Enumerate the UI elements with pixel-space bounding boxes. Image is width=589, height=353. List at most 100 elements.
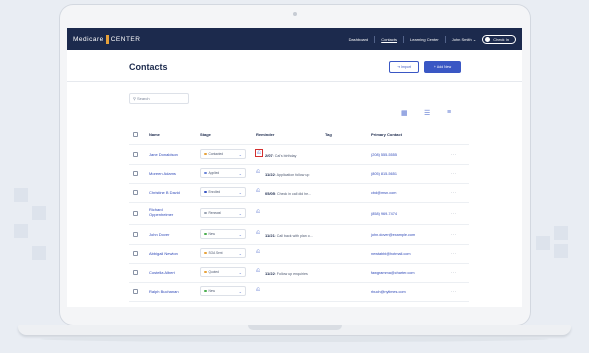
nav-learning-center[interactable]: Learning Center [410,37,439,42]
more-icon[interactable]: ··· [451,211,457,216]
stage-label: Contacted [208,152,224,156]
more-icon[interactable]: ··· [451,171,457,176]
laptop-camera [293,12,297,16]
reminder-text: Application follow up [276,173,310,177]
reminder: 2/07: Cal's birthday [265,153,297,158]
plus-icon: + [433,65,436,69]
contact-name[interactable]: Ralph Buchanan [149,289,179,295]
stage-select[interactable]: New ⌄ [200,229,246,239]
primary-contact[interactable]: rbuch@nytimes.com [371,290,406,294]
contact-name[interactable]: Christine B David [149,190,180,196]
grid-view-icon[interactable]: ▦ [401,109,408,117]
more-icon[interactable]: ··· [451,232,457,237]
search-input[interactable]: ⚲ Search [129,93,189,104]
stage-dot-icon [204,211,207,215]
primary-contact[interactable]: (858) 969-7474 [371,212,397,216]
stage-select[interactable]: Contacted ⌄ [200,149,246,159]
nav-contacts[interactable]: Contacts [381,37,397,42]
contact-name[interactable]: Costella Albert [149,270,175,276]
laptop-screen: Medicare CENTER Dashboard Contacts Learn… [67,28,522,307]
import-button[interactable]: ⇥ Import [389,61,419,73]
list-view-icon[interactable]: ☰ [424,109,430,117]
row-divider [129,164,469,165]
background-tile [32,246,46,260]
stage-dot-icon [204,171,207,175]
bell-icon[interactable]: ⎌ [256,209,260,215]
chevron-down-icon: ⌄ [238,270,242,275]
row-divider [129,202,469,203]
reminder: 11/21: Call back with plan o... [265,233,313,238]
page-title: Contacts [129,62,168,72]
stage-select[interactable]: Quoted ⌄ [200,267,246,277]
app-logo[interactable]: Medicare CENTER [73,34,140,44]
header-reminder[interactable]: Reminder [256,132,274,137]
row-checkbox[interactable] [133,270,138,275]
user-menu[interactable]: John Smith ⌄ [452,37,477,42]
reminder-date: 2/07 [265,153,273,158]
stage-select[interactable]: SOA Sent ⌄ [200,248,246,258]
more-icon[interactable]: ··· [451,190,457,195]
stage-label: Renewal [208,211,221,215]
row-checkbox[interactable] [133,211,138,216]
stage-dot-icon [204,251,207,255]
contact-name[interactable]: Jane Donaldson [149,152,178,158]
nav-links: Dashboard Contacts Learning Center John … [349,34,516,44]
add-new-button[interactable]: + Add New [424,61,461,73]
contact-name[interactable]: Abbigail Newton [149,251,178,257]
contact-last-name: Oppenheimer [149,211,174,217]
primary-contact[interactable]: (208) 555-5555 [371,153,397,157]
more-icon[interactable]: ··· [451,270,457,275]
background-tile [32,206,46,220]
primary-contact[interactable]: fawgramma@charter.com [371,271,415,275]
reminder: 05/05: Check in call did he... [265,191,312,196]
stage-select[interactable]: New ⌄ [200,286,246,296]
primary-contact[interactable]: (805) 815-5651 [371,172,397,176]
row-checkbox[interactable] [133,190,138,195]
header-name[interactable]: Name [149,132,160,137]
header-primary-contact[interactable]: Primary Contact [371,132,402,137]
nav-divider [403,35,405,43]
contact-name[interactable]: Moreen Adams [149,171,176,177]
top-navbar: Medicare CENTER Dashboard Contacts Learn… [67,28,522,50]
header-stage[interactable]: Stage [200,132,211,137]
bell-icon[interactable]: ⎌ [256,287,260,293]
stage-select[interactable]: Renewal ⌄ [200,208,246,218]
background-tile [14,224,28,238]
bell-icon[interactable]: ⎌ [256,230,260,236]
reminder-date: 11/22 [265,172,275,177]
reminder-text: Check in call did he... [277,192,312,196]
stage-dot-icon [204,190,207,194]
select-all-checkbox[interactable] [133,132,138,137]
row-checkbox[interactable] [133,251,138,256]
checkin-label: Check In [493,36,509,42]
contact-name[interactable]: Richard Oppenheimer [149,207,174,217]
bell-icon[interactable]: ⎌ [256,249,260,255]
more-icon[interactable]: ··· [451,251,457,256]
bell-icon[interactable]: ⎌ [255,149,264,157]
stage-select[interactable]: Applied ⌄ [200,168,246,178]
header-tag[interactable]: Tag [325,132,332,137]
row-divider [129,183,469,184]
stage-label: Quoted [208,270,219,274]
stage-select[interactable]: Enrolled ⌄ [200,187,246,197]
primary-contact[interactable]: john.dover@example.com [371,233,415,237]
filter-icon[interactable]: ≡ [447,109,451,116]
primary-contact[interactable]: newtabbi@hotmail.com [371,252,411,256]
add-new-label: Add New [436,65,452,69]
checkin-toggle[interactable]: Check In [482,34,516,44]
row-checkbox[interactable] [133,171,138,176]
more-icon[interactable]: ··· [451,152,457,157]
nav-divider [444,35,446,43]
bell-icon[interactable]: ⎌ [256,169,260,175]
row-checkbox[interactable] [133,232,138,237]
row-checkbox[interactable] [133,289,138,294]
stage-label: Enrolled [208,190,221,194]
bell-icon[interactable]: ⎌ [256,188,260,194]
contact-name[interactable]: John Dover [149,232,169,238]
bell-icon[interactable]: ⎌ [256,268,260,274]
nav-dashboard[interactable]: Dashboard [349,37,369,42]
primary-contact[interactable]: cbd@msn.com [371,191,396,195]
row-checkbox[interactable] [133,152,138,157]
laptop-shadow [40,336,549,342]
more-icon[interactable]: ··· [451,289,457,294]
